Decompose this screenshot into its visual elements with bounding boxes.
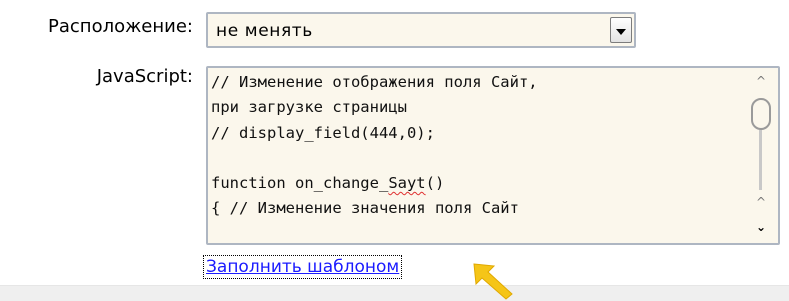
location-select-value: не менять [216,21,313,41]
arrow-down-icon[interactable]: ⌄ [754,220,768,234]
javascript-code[interactable]: // Изменение отображения поля Сайт, при … [211,70,741,222]
code-line: при загрузке страницы [211,98,407,117]
yellow-arrow-icon [473,263,513,300]
code-line: { // Изменение значения поля Сайт [211,199,519,218]
code-line: // Изменение отображения поля Сайт, [211,73,538,91]
spellcheck-word: Sayt [388,174,426,193]
scrollbar-thumb[interactable] [751,98,771,130]
arrow-up-icon[interactable]: ^ [754,195,768,209]
location-select[interactable]: не менять [206,12,636,48]
scrollbar-track[interactable] [759,130,762,190]
chevron-down-icon[interactable] [610,17,632,43]
arrow-up-icon[interactable]: ^ [754,74,768,88]
location-label: Расположение: [48,16,193,37]
javascript-textarea[interactable]: // Изменение отображения поля Сайт, при … [206,66,780,245]
javascript-label: JavaScript: [96,66,193,87]
fill-template-link[interactable]: Заполнить шаблоном [202,255,403,279]
bottom-band [0,285,789,301]
code-line-function: function on_change_Sayt() [211,174,445,193]
code-line: // display_field(444,0); [211,123,435,142]
textarea-scrollbar[interactable]: ^ ^ ⌄ [744,68,778,243]
